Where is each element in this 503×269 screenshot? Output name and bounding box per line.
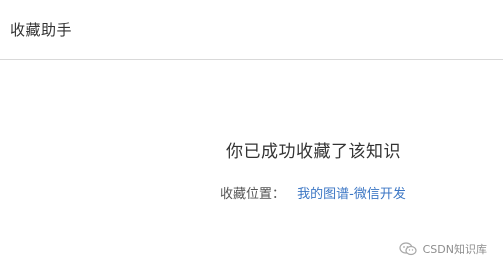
favorites-assistant-window: 收藏助手 你已成功收藏了该知识 收藏位置： 我的图谱-微信开发 CSDN知识库 xyxy=(0,0,503,269)
header: 收藏助手 xyxy=(0,0,503,60)
page-title: 收藏助手 xyxy=(10,21,73,39)
wechat-icon xyxy=(399,242,417,256)
location-label: 收藏位置： xyxy=(220,187,286,202)
watermark-text: CSDN知识库 xyxy=(422,243,487,256)
favorite-location-row: 收藏位置： 我的图谱-微信开发 xyxy=(220,183,406,202)
main-content: 你已成功收藏了该知识 收藏位置： 我的图谱-微信开发 CSDN知识库 xyxy=(0,61,503,269)
success-message: 你已成功收藏了该知识 xyxy=(226,142,401,162)
watermark: CSDN知识库 xyxy=(399,241,487,257)
location-link[interactable]: 我的图谱-微信开发 xyxy=(297,187,406,202)
